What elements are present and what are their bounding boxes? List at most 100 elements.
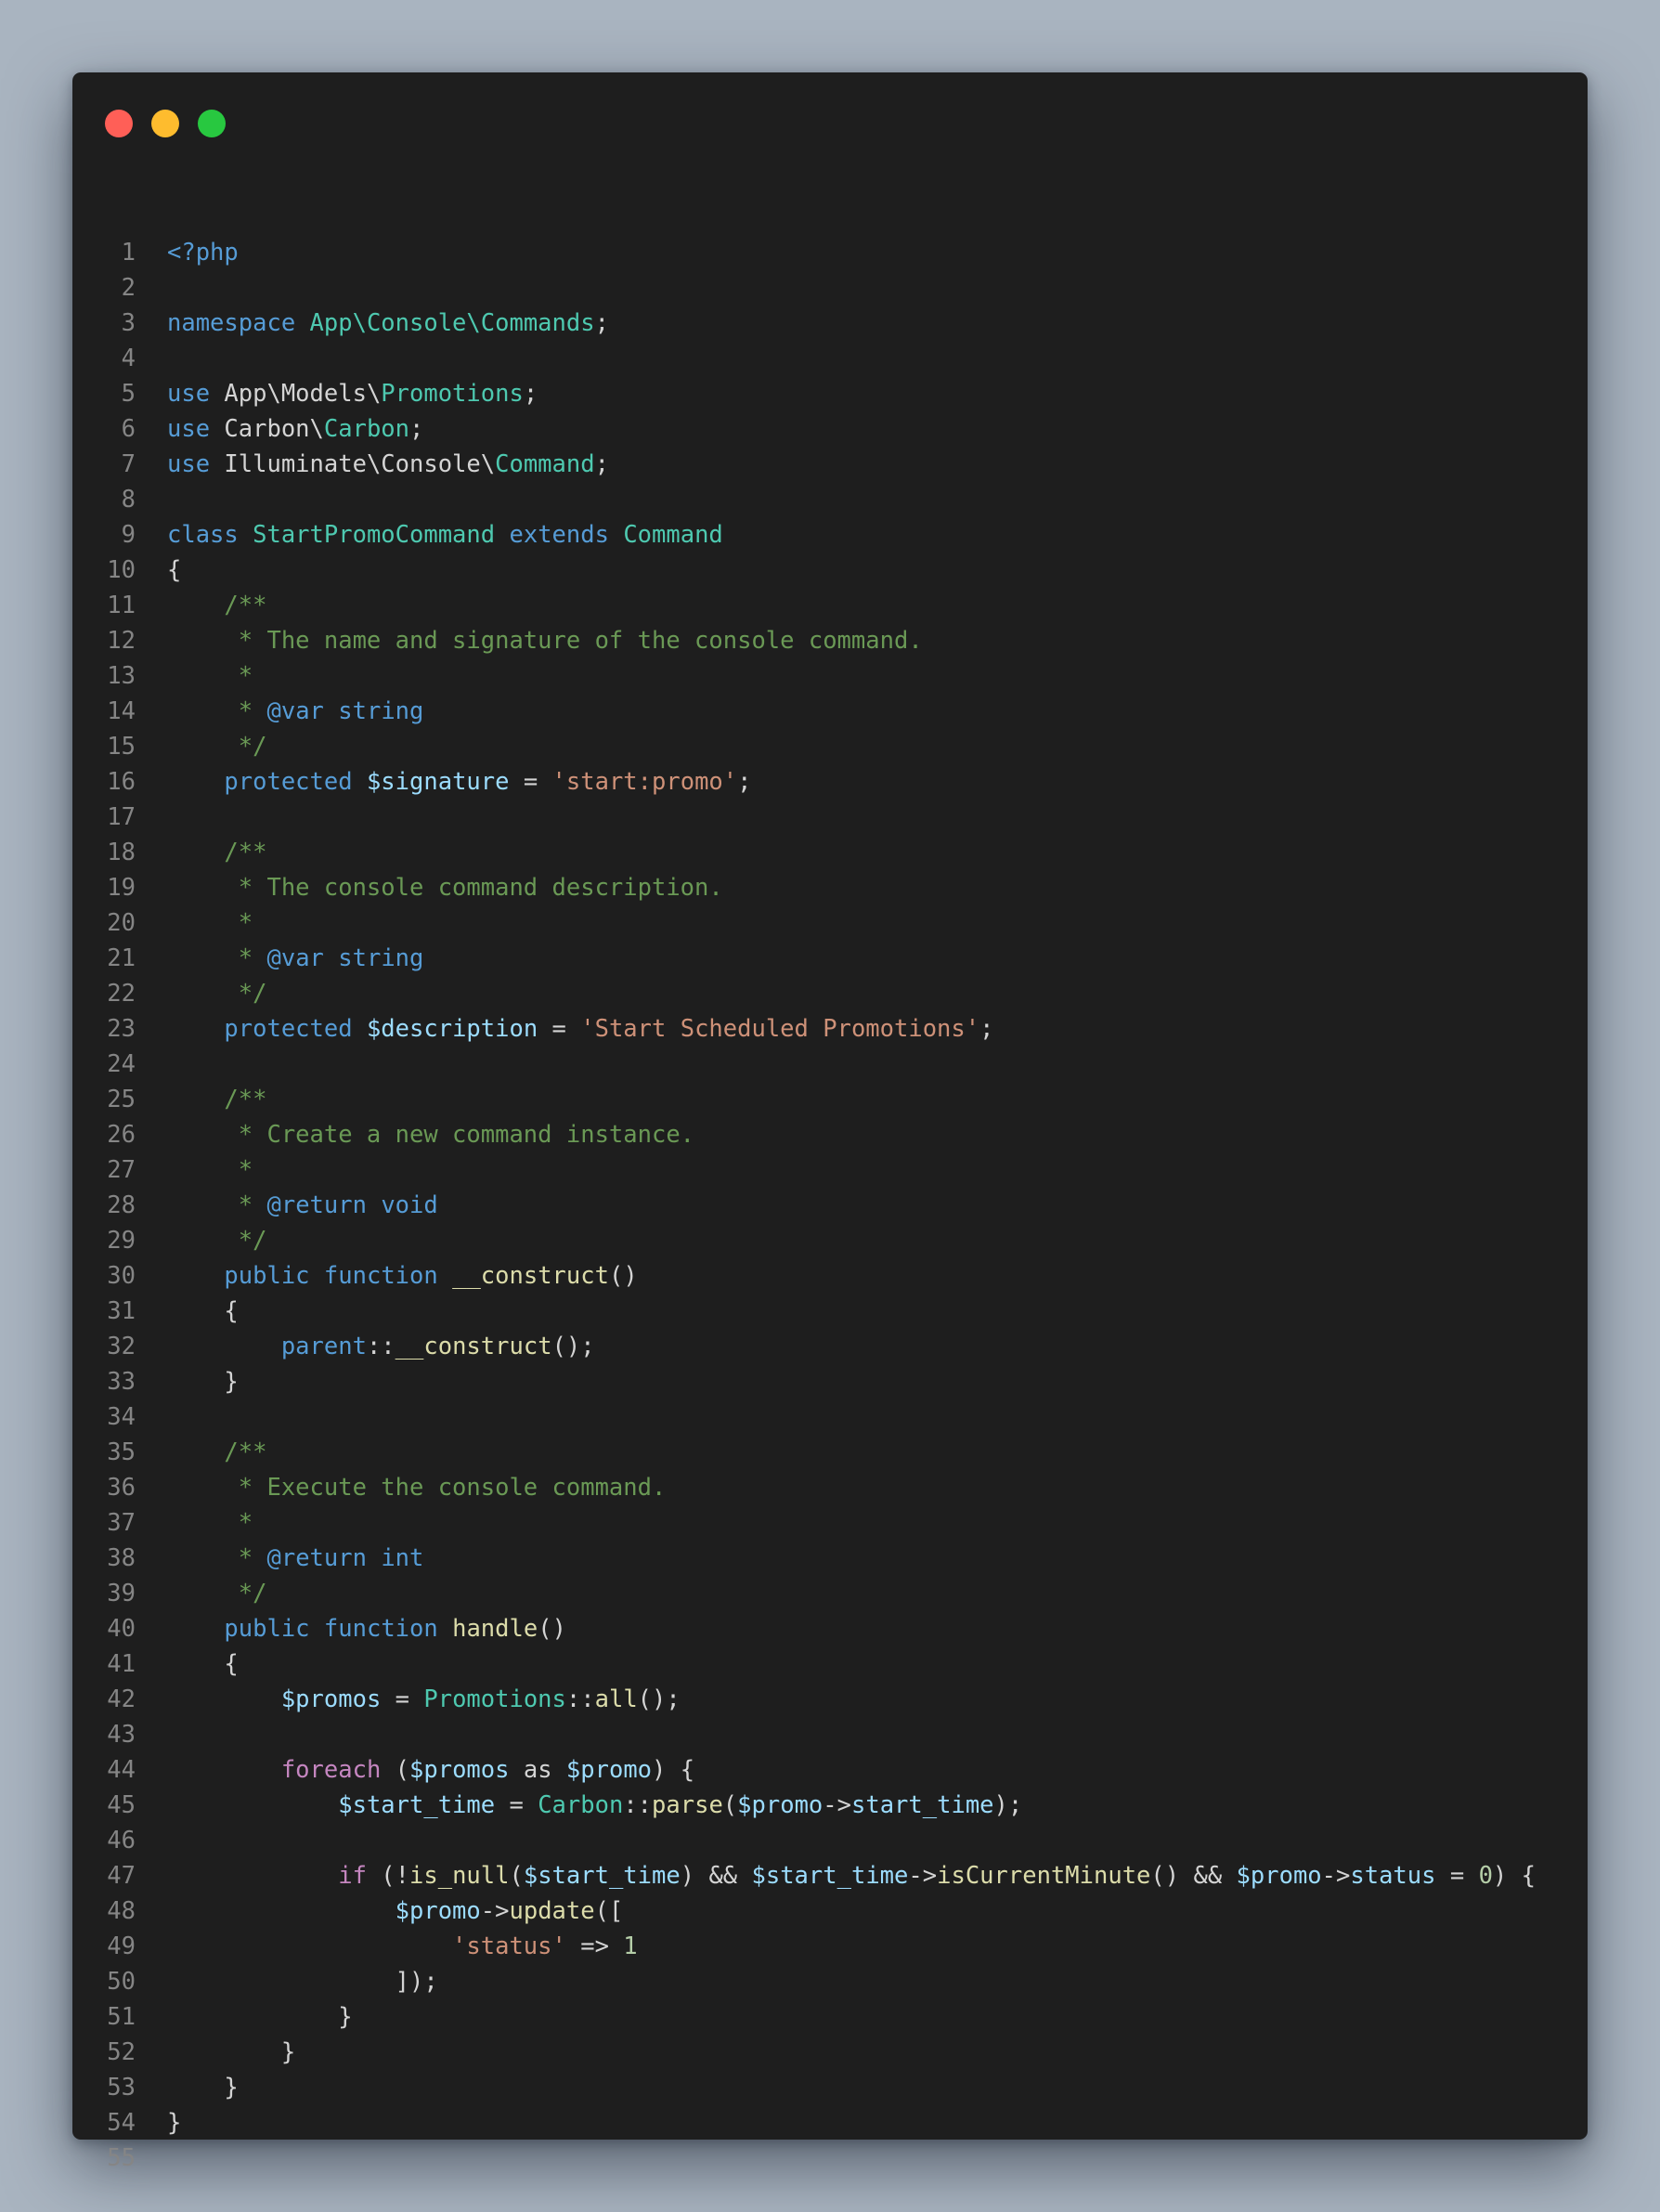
code-token: :: xyxy=(565,1685,595,1713)
code-token: function xyxy=(323,1615,438,1643)
code-line: 10 { xyxy=(72,553,1588,588)
code-token: extends xyxy=(509,521,609,549)
code-line: 44 foreach ($promos as $promo) { xyxy=(72,1752,1588,1788)
code-token: ; xyxy=(594,309,609,337)
code-line: 21 * @var string xyxy=(72,941,1588,976)
code-text: * Execute the console command. xyxy=(167,1470,667,1505)
code-text: /** xyxy=(167,588,266,623)
code-line: 24 xyxy=(72,1047,1588,1082)
code-line: 9 class StartPromoCommand extends Command xyxy=(72,517,1588,553)
code-token: __construct xyxy=(395,1333,552,1360)
code-token: Illuminate\Console\ xyxy=(210,450,496,478)
code-token: string xyxy=(338,944,424,972)
code-line: 43 xyxy=(72,1717,1588,1752)
code-token: App\Console\Commands xyxy=(309,309,595,337)
code-token: <?php xyxy=(167,239,239,267)
code-token: -> xyxy=(480,1897,510,1925)
code-line: 37 * xyxy=(72,1505,1588,1541)
close-window-button[interactable] xyxy=(105,110,133,137)
code-text: * xyxy=(167,905,253,941)
code-token: namespace xyxy=(167,309,296,337)
code-token: ; xyxy=(594,450,609,478)
code-token: /** xyxy=(224,1438,267,1466)
code-text: { xyxy=(167,1646,238,1682)
code-text: /** xyxy=(167,1082,266,1117)
line-number: 45 xyxy=(107,1791,136,1819)
code-line: 11 /** xyxy=(72,588,1588,623)
code-token: ( xyxy=(722,1791,738,1819)
code-token: $start_time xyxy=(523,1862,681,1890)
code-text: /** xyxy=(167,835,266,870)
code-token: public xyxy=(224,1262,310,1290)
code-token: :: xyxy=(366,1333,396,1360)
code-token: } xyxy=(167,2074,239,2101)
code-line: 8 xyxy=(72,482,1588,517)
code-token: Command xyxy=(623,521,723,549)
code-token: ) { xyxy=(1492,1862,1536,1890)
code-token: string xyxy=(338,697,424,725)
code-line: 22 */ xyxy=(72,976,1588,1011)
minimize-window-button[interactable] xyxy=(151,110,179,137)
code-token: } xyxy=(167,1368,239,1396)
code-token: use xyxy=(167,415,211,443)
code-token: $promos xyxy=(409,1756,510,1784)
code-text: * Create a new command instance. xyxy=(167,1117,694,1152)
code-token: @return xyxy=(266,1191,367,1219)
code-token: } xyxy=(167,2109,182,2137)
code-token: @var xyxy=(266,944,324,972)
code-token: /** xyxy=(224,1086,267,1113)
code-token: = xyxy=(495,1791,538,1819)
code-token: App\Models\ xyxy=(210,380,382,408)
line-number: 51 xyxy=(107,2003,136,2031)
code-line: 6 use Carbon\Carbon; xyxy=(72,411,1588,447)
code-text: ]); xyxy=(167,1964,438,1999)
code-line: 20 * xyxy=(72,905,1588,941)
code-token: as xyxy=(509,1756,566,1784)
code-token: * xyxy=(238,1509,253,1537)
line-number: 29 xyxy=(107,1227,136,1255)
code-token: public xyxy=(224,1615,310,1643)
code-token: } xyxy=(167,2038,296,2066)
line-number: 14 xyxy=(107,697,136,725)
code-text: * xyxy=(167,1152,253,1188)
line-number: 54 xyxy=(107,2109,136,2137)
maximize-window-button[interactable] xyxy=(198,110,226,137)
code-token: * xyxy=(238,944,267,972)
line-number: 6 xyxy=(121,415,136,443)
code-token: */ xyxy=(238,733,267,761)
code-token: int xyxy=(381,1544,424,1572)
code-text: } xyxy=(167,1999,352,2035)
code-token: if xyxy=(338,1862,367,1890)
code-token: { xyxy=(167,1297,239,1325)
code-line: 18 /** xyxy=(72,835,1588,870)
code-line: 51 } xyxy=(72,1999,1588,2035)
line-number: 27 xyxy=(107,1156,136,1184)
code-text: foreach ($promos as $promo) { xyxy=(167,1752,694,1788)
code-token: StartPromoCommand xyxy=(253,521,496,549)
code-token: * The name and signature of the console … xyxy=(238,627,923,655)
code-token: parse xyxy=(652,1791,723,1819)
code-editor[interactable]: 1 <?php 2 3 namespace App\Console\Commands; 4… xyxy=(72,235,1588,2176)
code-text: } xyxy=(167,1364,239,1399)
code-line: 14 * @var string xyxy=(72,694,1588,729)
code-line: 2 xyxy=(72,270,1588,306)
code-token: (); xyxy=(551,1333,595,1360)
line-number: 28 xyxy=(107,1191,136,1219)
line-number: 41 xyxy=(107,1650,136,1678)
code-text: public function __construct() xyxy=(167,1258,637,1294)
line-number: 22 xyxy=(107,980,136,1008)
code-token: = xyxy=(538,1015,581,1043)
